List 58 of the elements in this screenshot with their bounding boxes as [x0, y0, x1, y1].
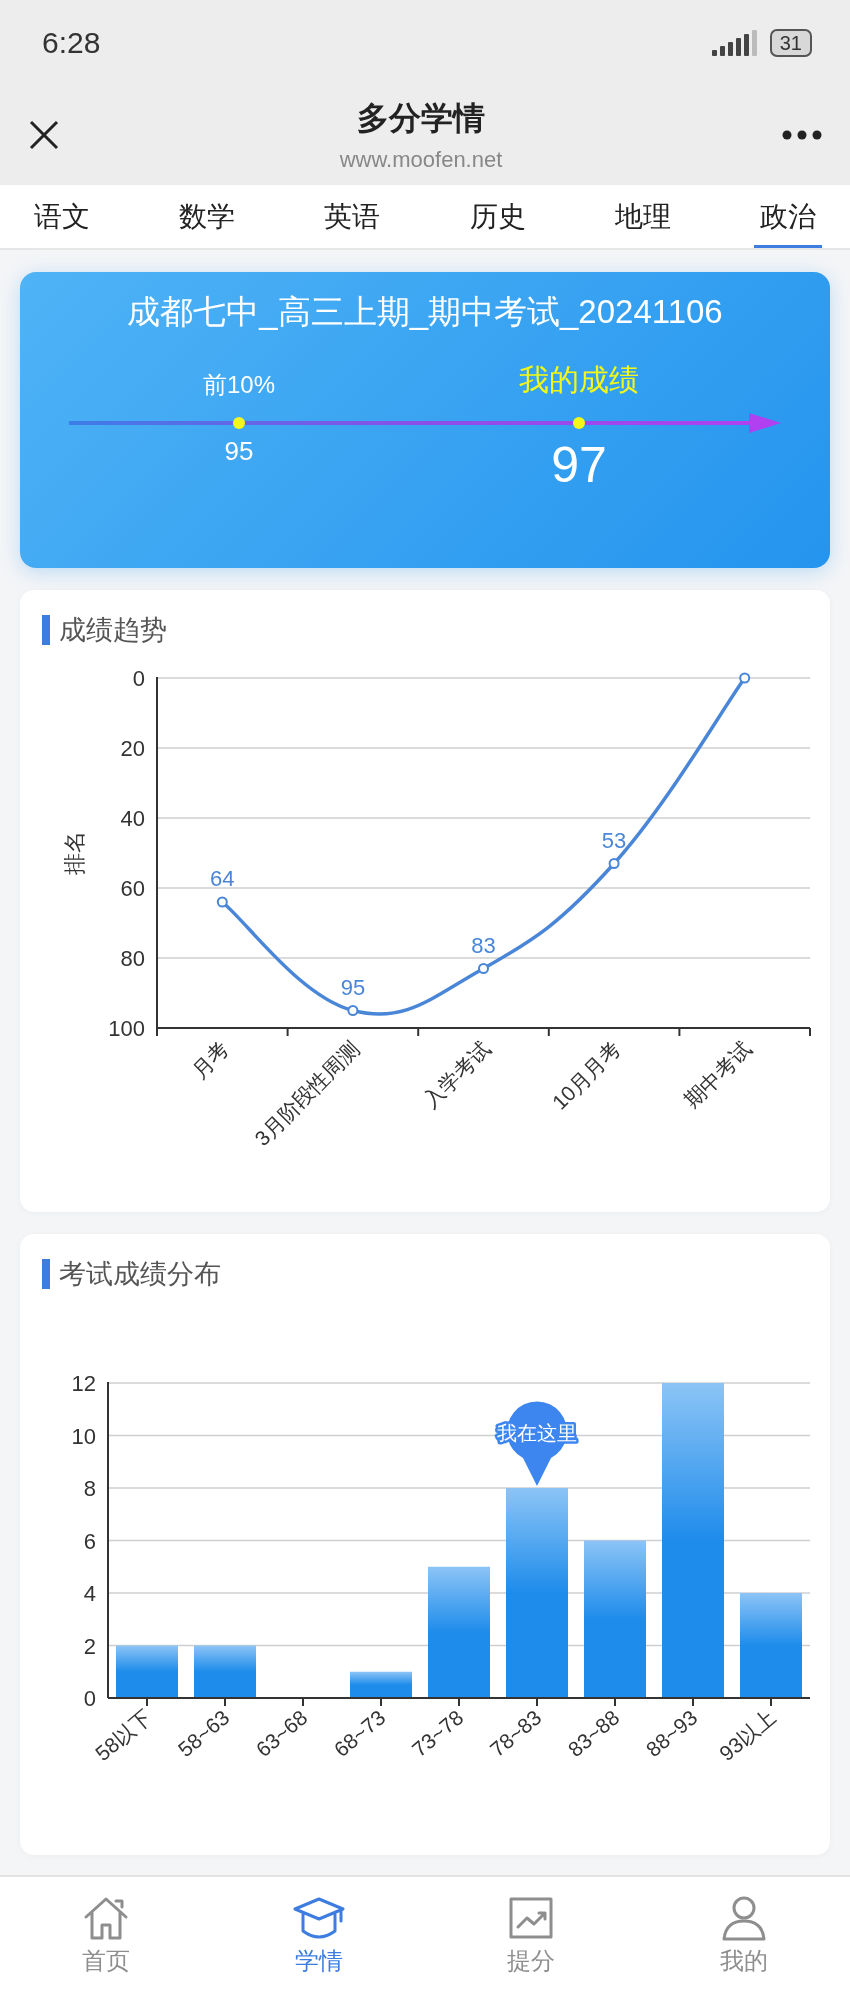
card-title: 成绩趋势	[59, 614, 167, 647]
page-title: 多分学情	[357, 99, 485, 138]
axis-label: 20	[120, 736, 145, 761]
subject-tab[interactable]: 历史	[463, 185, 532, 248]
data-label: 53	[601, 827, 627, 853]
chart-icon	[507, 1895, 556, 1941]
axis-label: 4	[83, 1581, 96, 1606]
data-point	[739, 672, 751, 684]
axis-label: 0	[132, 666, 145, 691]
page-url: www.moofen.net	[339, 147, 503, 173]
nav-item[interactable]: 学情	[212, 1895, 425, 2013]
benchmark-dot	[232, 416, 246, 430]
axis-label: 10	[71, 1423, 96, 1449]
data-label: 95	[340, 974, 366, 1000]
exam-title: 成都七中_高三上期_期中考试_20241106	[127, 292, 723, 332]
bar	[116, 1645, 178, 1698]
title-accent	[42, 1259, 50, 1289]
data-point	[347, 1005, 359, 1016]
subject-tab[interactable]: 数学	[173, 185, 242, 248]
benchmark-label: 前10%	[202, 370, 275, 400]
benchmark-score: 95	[224, 436, 254, 467]
data-point	[216, 896, 228, 908]
axis-label: 60	[120, 876, 145, 901]
close-icon[interactable]	[28, 119, 60, 151]
bar	[194, 1645, 256, 1698]
title-accent	[42, 615, 50, 645]
axis-label: 入学考试	[418, 1036, 495, 1113]
axis-label: 80	[120, 946, 145, 971]
signal-icon	[711, 29, 760, 56]
axis-label: 93以上	[714, 1705, 780, 1766]
data-label: 83	[471, 932, 496, 958]
axis-label: 40	[120, 806, 145, 831]
subject-tab[interactable]: 政治	[753, 185, 822, 248]
subject-tab[interactable]: 英语	[318, 185, 387, 248]
graduation-cap-icon	[291, 1895, 346, 1941]
axis-label: 8	[83, 1476, 96, 1501]
battery-indicator: 31	[769, 28, 812, 57]
axis-label: 12	[71, 1371, 96, 1396]
data-point	[608, 858, 620, 869]
axis-label: 100	[108, 1016, 145, 1041]
more-icon[interactable]	[782, 130, 822, 140]
my-score: 97	[551, 436, 607, 494]
subject-tab[interactable]: 地理	[608, 185, 677, 248]
axis-label: 期中考试	[679, 1036, 756, 1113]
axis-label: 2	[83, 1633, 96, 1659]
axis-label: 3月阶段性周测	[250, 1036, 364, 1151]
axis-title: 排名	[62, 831, 87, 875]
axis-label: 6	[83, 1528, 96, 1554]
status-time: 6:28	[42, 25, 101, 60]
axis-label: 10月月考	[547, 1036, 625, 1114]
my-score-label: 我的成绩	[519, 362, 639, 398]
card-title: 考试成绩分布	[59, 1258, 221, 1291]
subject-tab[interactable]: 语文	[28, 185, 96, 248]
my-score-dot	[572, 416, 586, 430]
data-point	[478, 963, 489, 974]
data-label: 64	[210, 866, 235, 891]
bar	[350, 1671, 412, 1698]
axis-label: 月考	[187, 1036, 234, 1083]
